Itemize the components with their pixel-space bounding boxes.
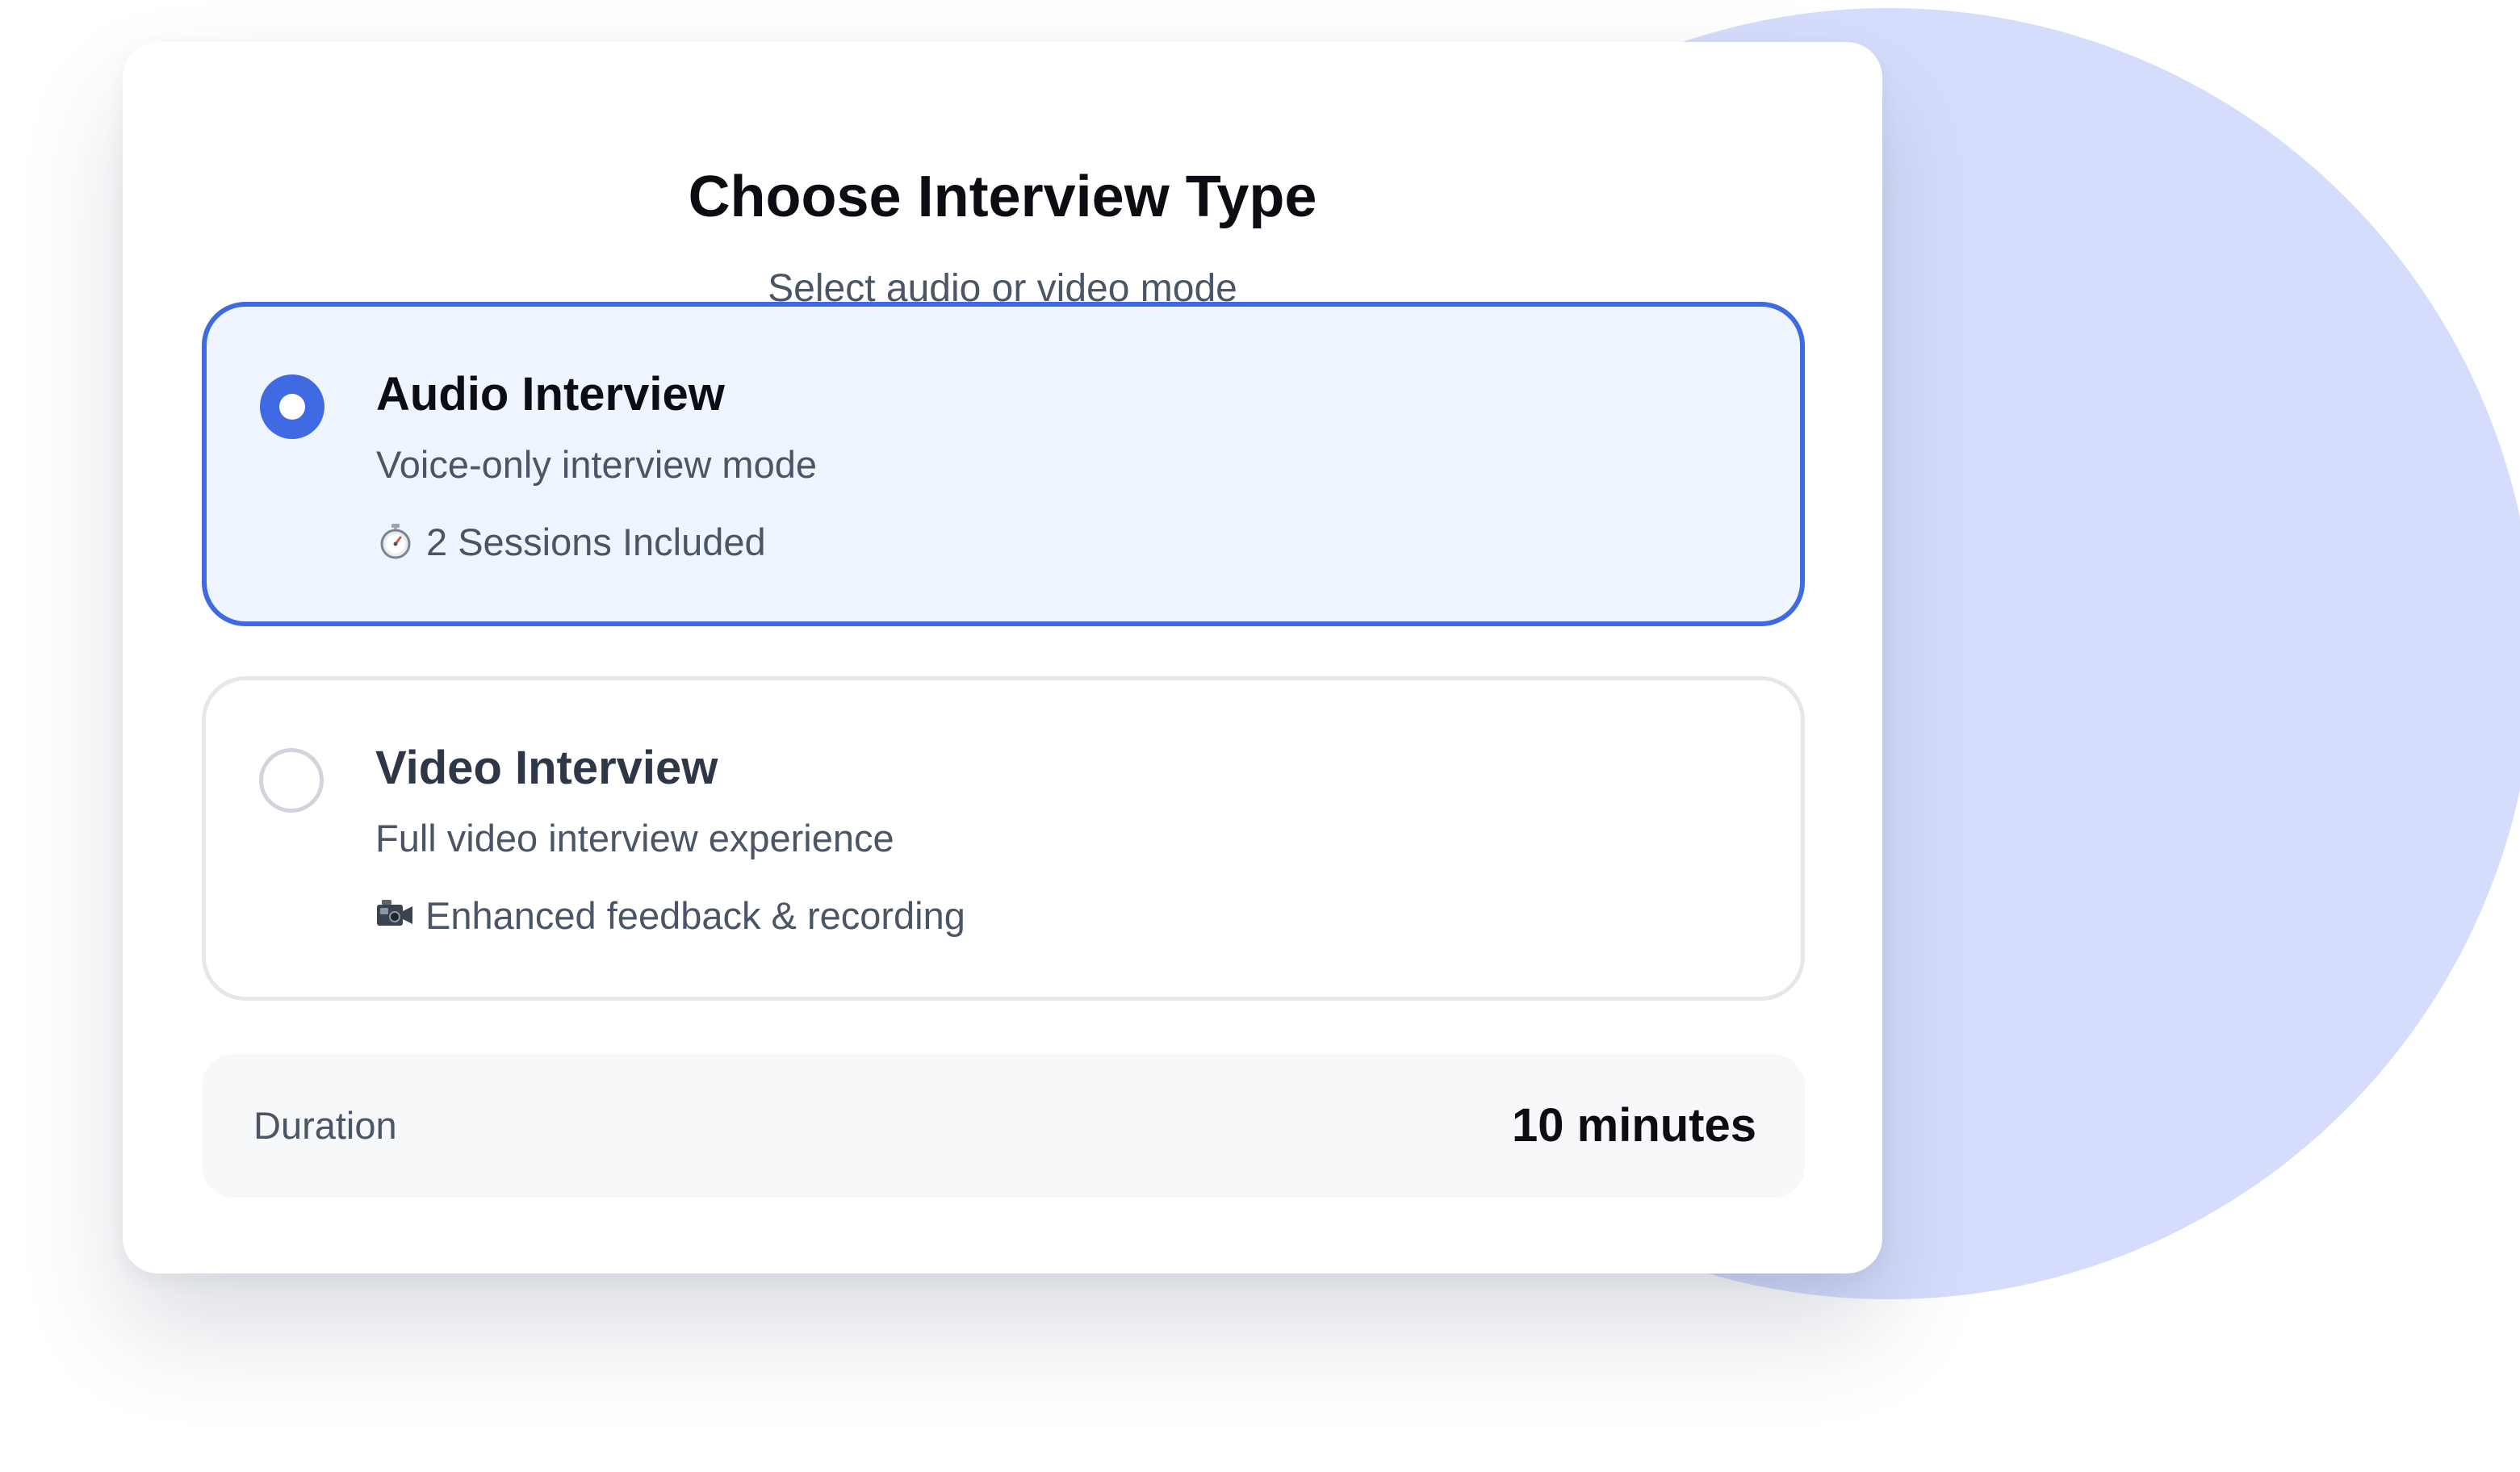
option-feature: 2 Sessions Included: [376, 521, 766, 561]
option-feature-text: Enhanced feedback & recording: [425, 894, 965, 937]
option-description: Full video interview experience: [375, 817, 894, 859]
radio-unselected-icon[interactable]: [259, 748, 324, 813]
video-interview-option[interactable]: Video Interview Full video interview exp…: [202, 676, 1805, 1001]
duration-label: Duration: [253, 1104, 397, 1147]
option-feature: Enhanced feedback & recording: [375, 895, 965, 935]
duration-value: 10 minutes: [1512, 1099, 1756, 1152]
stopwatch-icon: [380, 524, 411, 559]
option-feature-text: 2 Sessions Included: [426, 521, 766, 563]
duration-row: Duration 10 minutes: [202, 1054, 1805, 1198]
audio-interview-option[interactable]: Audio Interview Voice-only interview mod…: [202, 302, 1805, 626]
video-camera-icon: [377, 900, 412, 926]
radio-selected-icon[interactable]: [260, 374, 324, 439]
page-title: Choose Interview Type: [688, 165, 1317, 229]
option-description: Voice-only interview mode: [376, 443, 817, 486]
option-title: Video Interview: [375, 742, 718, 794]
option-title: Audio Interview: [376, 368, 725, 420]
interview-type-card: Choose Interview Type Select audio or vi…: [123, 42, 1882, 1273]
